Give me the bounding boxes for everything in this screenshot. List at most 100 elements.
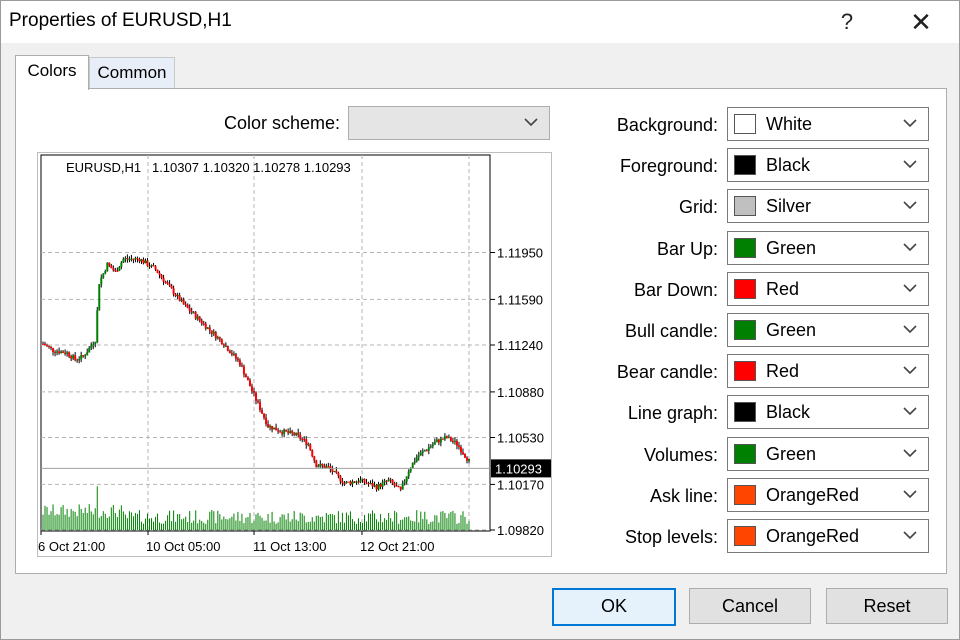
reset-button[interactable]: Reset <box>826 588 948 624</box>
candle-body <box>120 262 123 268</box>
color-swatch <box>734 114 756 134</box>
property-value: Red <box>766 361 800 382</box>
color-scheme-select[interactable] <box>348 106 550 140</box>
candle-body <box>351 481 354 485</box>
plot-frame <box>40 154 491 532</box>
property-color-select[interactable]: White <box>727 107 929 141</box>
candle-body <box>114 270 117 272</box>
candle-body <box>321 463 324 466</box>
property-label: Stop levels: <box>624 527 718 547</box>
candle-body <box>411 462 414 469</box>
candle-body <box>62 351 65 353</box>
candle-body <box>457 445 460 448</box>
candle-body <box>443 436 446 440</box>
price-label: 1.09820 <box>497 523 544 538</box>
candle-body <box>371 483 374 487</box>
candle-body <box>156 269 159 273</box>
property-label: Background: <box>616 115 718 135</box>
color-swatch <box>734 402 756 423</box>
candle-body <box>461 452 464 455</box>
ok-button[interactable]: OK <box>552 588 676 626</box>
colors-panel: Color scheme: 1.11950 1.11590 1.11240 1.108… <box>15 88 947 574</box>
candle-body <box>118 267 121 271</box>
candle-body <box>345 481 348 484</box>
chevron-down-icon <box>903 119 917 128</box>
candle-body <box>194 312 197 319</box>
chevron-down-icon <box>903 531 917 540</box>
candle-body <box>347 481 350 483</box>
property-color-select[interactable]: Green <box>727 436 929 471</box>
property-value: Green <box>766 443 817 464</box>
property-color-select[interactable]: Black <box>727 395 929 430</box>
candle-body <box>64 352 67 354</box>
property-row: Volumes: Green <box>606 436 936 473</box>
chart-svg: 1.11950 1.11590 1.11240 1.10880 1.10530 1.101… <box>38 154 551 554</box>
property-color-select[interactable]: OrangeRed <box>727 477 929 512</box>
close-icon[interactable]: ✕ <box>901 5 941 39</box>
candle-body <box>158 272 161 275</box>
property-label: Line graph: <box>627 403 718 424</box>
chevron-down-icon <box>524 118 538 127</box>
candle-body <box>138 259 141 262</box>
candle-body <box>401 483 404 490</box>
property-row: Foreground: Black <box>606 148 936 184</box>
property-row: Bull candle: Green <box>606 313 936 349</box>
candle-body <box>80 355 83 360</box>
property-color-select[interactable]: Silver <box>727 189 929 224</box>
price-label: 1.10880 <box>497 385 544 400</box>
candle-body <box>82 355 85 357</box>
price-label: 1.11950 <box>497 246 543 261</box>
candle-body <box>389 479 392 481</box>
candle-body <box>172 288 175 295</box>
candle-body <box>293 433 296 435</box>
candle-body <box>299 434 302 439</box>
property-label: Bear candle: <box>616 362 718 383</box>
candle-body <box>433 442 436 445</box>
candle-body <box>106 262 109 272</box>
property-label: Ask line: <box>649 485 718 506</box>
property-color-select[interactable]: Black <box>727 148 929 183</box>
property-color-select[interactable]: Green <box>727 313 929 347</box>
candle-body <box>305 439 308 445</box>
candle-body <box>202 323 205 325</box>
help-icon[interactable]: ? <box>827 5 867 39</box>
property-color-select[interactable]: Red <box>727 271 929 306</box>
property-value: Green <box>766 237 817 258</box>
candle-body <box>333 470 336 472</box>
property-color-select[interactable]: Green <box>727 230 929 265</box>
candle-body <box>56 351 59 353</box>
color-swatch <box>734 155 756 176</box>
candle-body <box>365 482 368 484</box>
property-color-select[interactable]: Red <box>727 354 929 389</box>
chevron-down-icon <box>903 407 917 416</box>
property-label: Bar Down: <box>633 279 718 300</box>
property-row: Grid: Silver <box>606 189 936 225</box>
chevron-down-icon <box>903 284 917 292</box>
tab-common[interactable]: Common <box>89 57 175 88</box>
candle-body <box>361 478 364 480</box>
property-value: Red <box>766 278 800 299</box>
candle-body <box>236 358 239 361</box>
candle-body <box>86 352 89 356</box>
candle-body <box>441 438 444 440</box>
candle-body <box>116 270 119 272</box>
candle-body <box>257 400 260 403</box>
property-color-select[interactable]: OrangeRed <box>727 519 929 553</box>
candle-body <box>323 465 326 468</box>
candle-body <box>255 392 257 401</box>
tab-colors[interactable]: Colors <box>15 55 89 90</box>
candle-body <box>301 438 304 440</box>
candle-body <box>84 355 87 357</box>
cancel-button[interactable]: Cancel <box>689 588 811 624</box>
candle-body <box>252 390 255 393</box>
candle-body <box>359 479 362 483</box>
candle-body <box>226 345 229 351</box>
candle-body <box>393 483 396 486</box>
candle-body <box>54 351 57 353</box>
candle-body <box>46 345 49 347</box>
candle-body <box>74 355 77 360</box>
price-label: 1.10530 <box>497 431 544 446</box>
candle-body <box>222 344 225 347</box>
candle-body <box>431 444 434 447</box>
candle-body <box>263 413 266 418</box>
